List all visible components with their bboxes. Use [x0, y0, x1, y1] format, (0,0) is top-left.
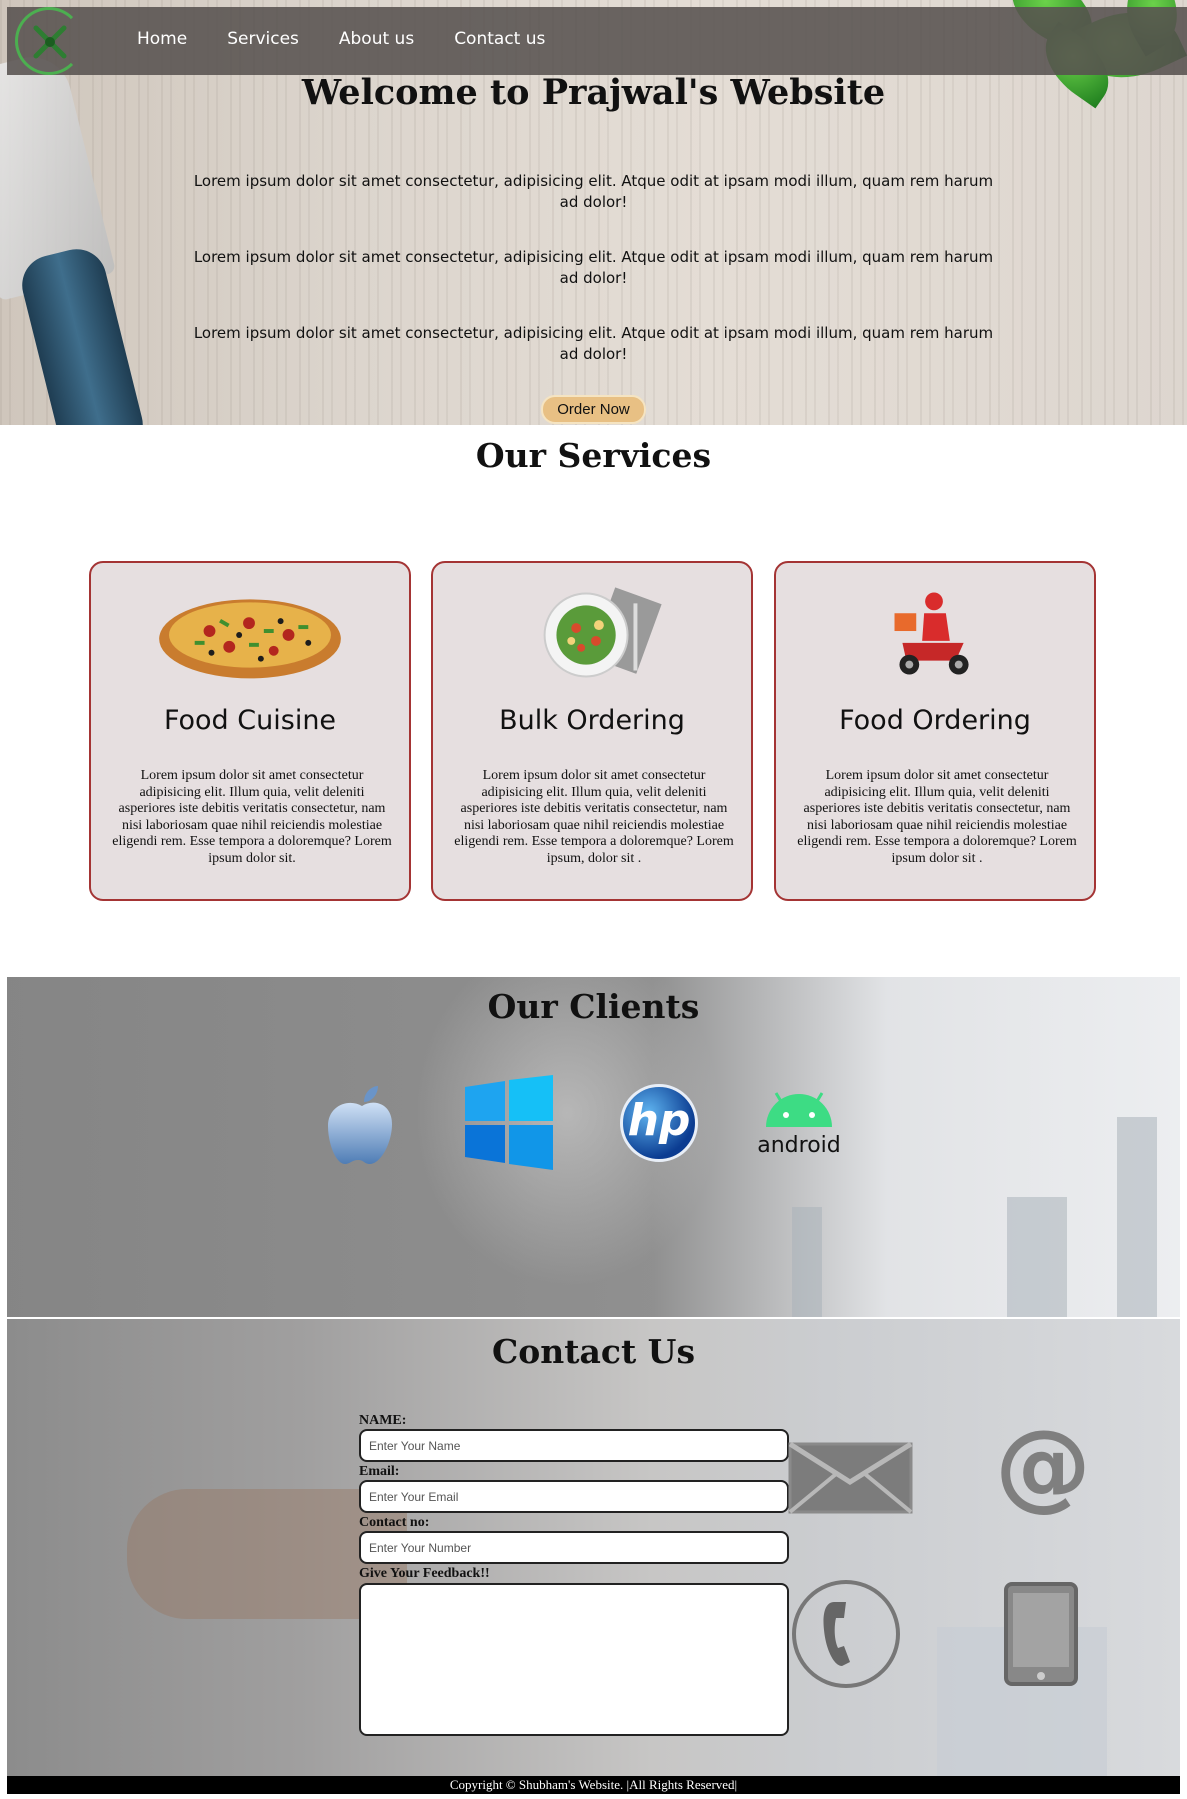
service-card-food-cuisine[interactable]: Food Cuisine Lorem ipsum dolor sit amet … [89, 561, 411, 901]
hero-title: Welcome to Prajwal's Website [301, 72, 886, 113]
feedback-label: Give Your Feedback!! [359, 1566, 490, 1581]
pizza-image [159, 599, 341, 679]
footer: Copyright © Shubham's Website. |All Righ… [7, 1776, 1180, 1794]
card-text: Lorem ipsum dolor sit amet consectetur a… [454, 768, 734, 866]
background-building [792, 1207, 822, 1317]
service-card-food-ordering[interactable]: Food Ordering Lorem ipsum dolor sit amet… [774, 561, 1096, 901]
card-title: Food Ordering [839, 705, 1031, 736]
nav-contact-us[interactable]: Contact us [454, 29, 545, 49]
services-title: Our Services [475, 436, 712, 475]
nav-about-us[interactable]: About us [339, 29, 414, 49]
nav-links: Home Services About us Contact us [137, 29, 585, 49]
delivery-scooter-image [894, 592, 969, 675]
nav-services[interactable]: Services [227, 29, 299, 49]
background-building [1117, 1117, 1157, 1317]
name-label: NAME: [359, 1413, 407, 1428]
android-robot-icon [766, 1092, 832, 1127]
card-title: Food Cuisine [163, 705, 337, 736]
clients-section [7, 977, 1180, 1317]
hp-logo-text: hp [627, 1095, 691, 1146]
service-card-bulk-ordering[interactable]: Bulk Ordering Lorem ipsum dolor sit amet… [431, 561, 753, 901]
email-label: Email: [359, 1464, 400, 1479]
card-title: Bulk Ordering [499, 705, 685, 736]
hero-paragraph: Lorem ipsum dolor sit amet consectetur, … [193, 172, 994, 211]
email-input[interactable] [359, 1480, 789, 1513]
phone-icon [792, 1580, 900, 1688]
fork-knife-icon [33, 25, 67, 59]
android-logo[interactable]: android [754, 1085, 844, 1165]
contact-number-label: Contact no: [359, 1515, 430, 1530]
apple-logo[interactable] [314, 1078, 409, 1173]
background-building [1007, 1197, 1067, 1317]
navbar: Home Services About us Contact us [7, 7, 1187, 75]
windows-logo[interactable] [461, 1075, 556, 1170]
hero-paragraph: Lorem ipsum dolor sit amet consectetur, … [193, 324, 994, 363]
tablet-icon [1004, 1582, 1078, 1686]
salad-plate-image [543, 587, 662, 678]
name-input[interactable] [359, 1429, 789, 1462]
feedback-textarea[interactable] [359, 1583, 789, 1736]
background-suit [387, 977, 747, 1317]
hero-section: Home Services About us Contact us Welcom… [0, 0, 1187, 425]
card-text: Lorem ipsum dolor sit amet consectetur a… [797, 768, 1077, 866]
envelope-icon [788, 1442, 913, 1514]
hero-paragraph: Lorem ipsum dolor sit amet consectetur, … [193, 248, 994, 287]
nav-home[interactable]: Home [137, 29, 187, 49]
clients-title: Our Clients [487, 987, 700, 1026]
site-logo[interactable] [15, 7, 83, 75]
at-sign-icon: @ [995, 1409, 1091, 1521]
knife-handle-decoration [15, 242, 150, 425]
contact-title: Contact Us [491, 1332, 696, 1371]
order-now-button[interactable]: Order Now [541, 395, 646, 424]
android-logo-text: android [757, 1133, 841, 1158]
contact-number-input[interactable] [359, 1531, 789, 1564]
card-text: Lorem ipsum dolor sit amet consectetur a… [112, 768, 392, 866]
hp-logo[interactable]: hp [620, 1084, 698, 1162]
